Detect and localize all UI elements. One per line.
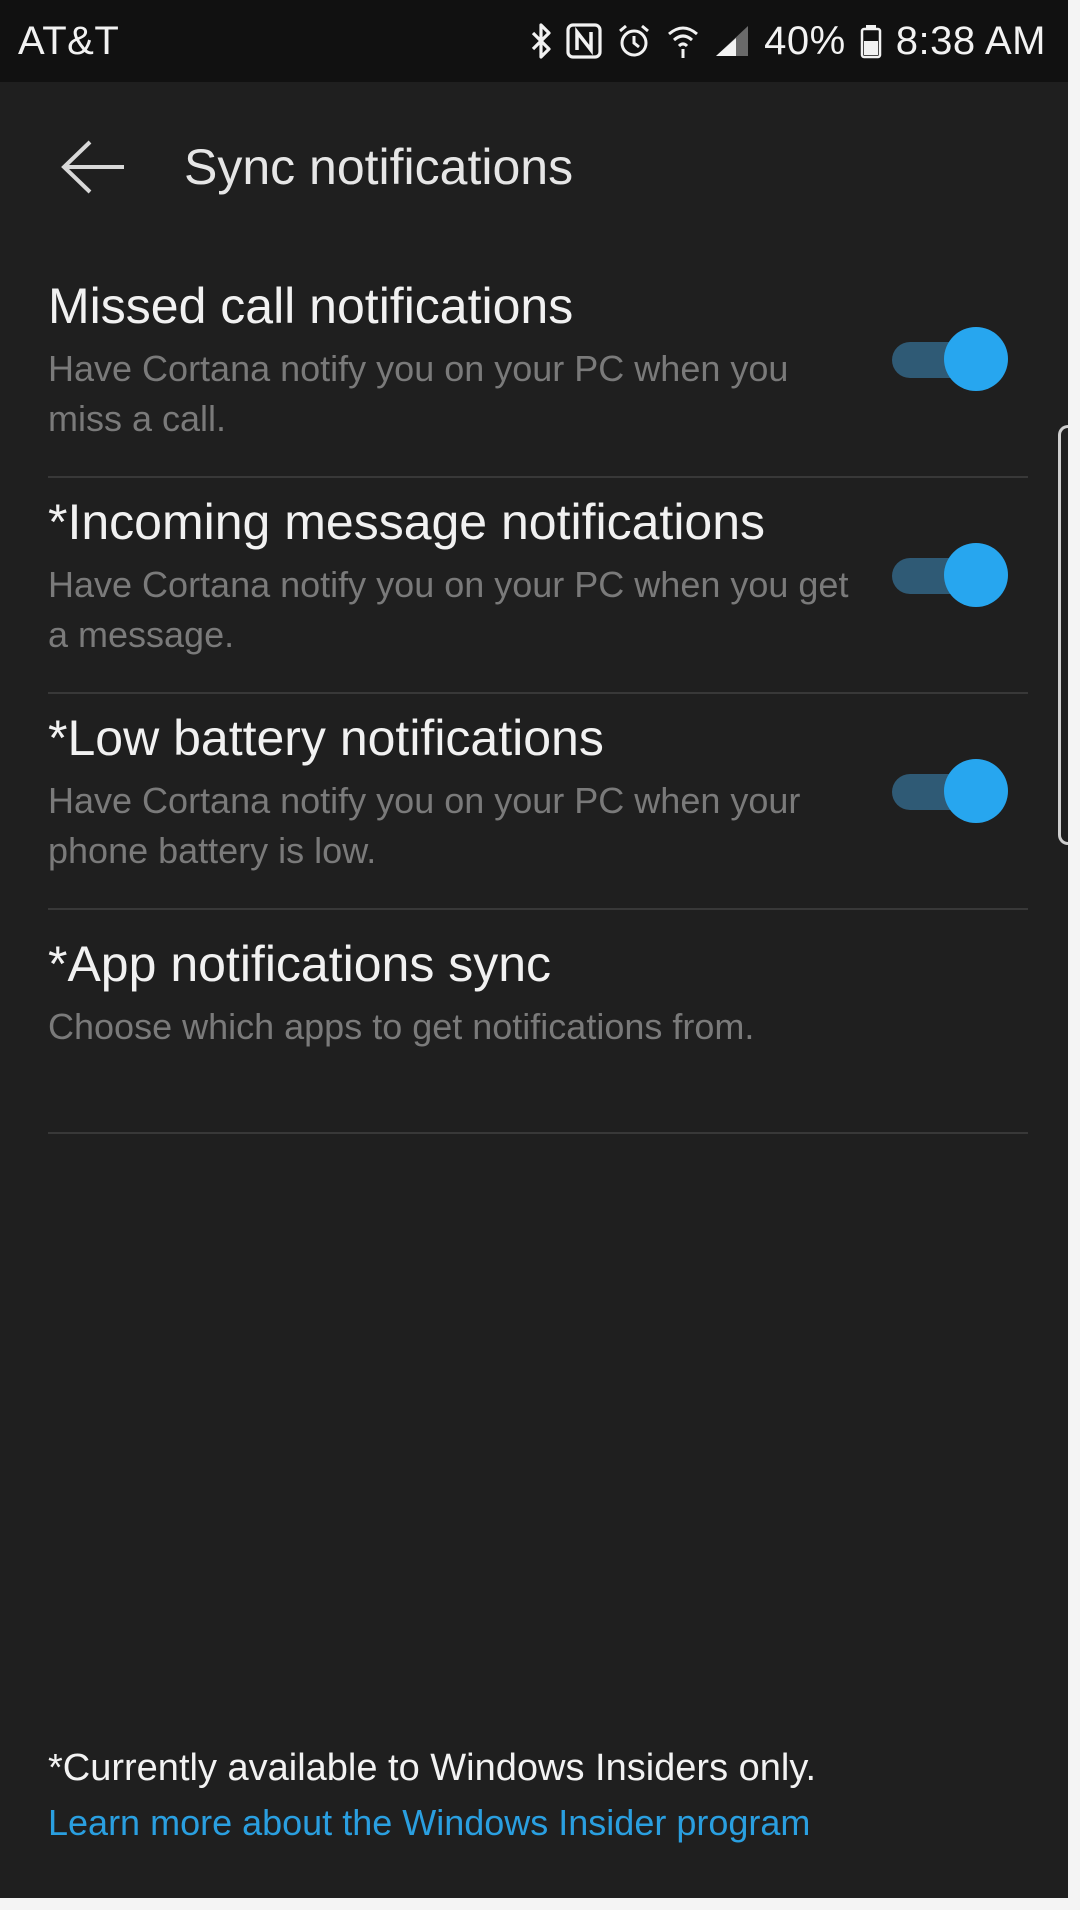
setting-title: *Low battery notifications — [48, 710, 604, 766]
toggle-thumb — [944, 543, 1008, 607]
toggle-thumb — [944, 759, 1008, 823]
setting-description: Have Cortana notify you on your PC when … — [48, 564, 849, 655]
setting-title: *Incoming message notifications — [48, 494, 766, 550]
learn-more-link[interactable]: Learn more about the Windows Insider pro… — [48, 1798, 810, 1848]
setting-title: Missed call notifications — [48, 278, 574, 334]
status-bar: AT&T 40% 8:38 AM — [0, 0, 1068, 82]
carrier-label: AT&T — [18, 18, 120, 63]
toggle-thumb — [944, 327, 1008, 391]
setting-description: Choose which apps to get notifications f… — [48, 1006, 755, 1047]
battery-icon — [860, 22, 882, 60]
setting-incoming-message[interactable]: *Incoming message notifications Have Cor… — [48, 478, 1028, 694]
app-screen: AT&T 40% 8:38 AM Sync notifications Miss… — [0, 0, 1080, 1910]
page-title: Sync notifications — [184, 139, 574, 195]
missed-call-toggle[interactable] — [886, 324, 1016, 394]
setting-title: *App notifications sync — [48, 936, 552, 992]
cell-signal-icon — [714, 22, 750, 60]
alarm-icon — [616, 22, 652, 60]
insiders-note: *Currently available to Windows Insiders… — [48, 1747, 817, 1789]
settings-list: Missed call notifications Have Cortana n… — [48, 262, 1028, 1134]
setting-description: Have Cortana notify you on your PC when … — [48, 780, 801, 871]
bluetooth-icon — [530, 22, 552, 60]
edge-panel-handle[interactable] — [1058, 425, 1068, 845]
setting-description: Have Cortana notify you on your PC when … — [48, 348, 789, 439]
setting-missed-call[interactable]: Missed call notifications Have Cortana n… — [48, 262, 1028, 478]
setting-app-notifications-sync[interactable]: *App notifications sync Choose which app… — [48, 910, 1028, 1134]
setting-low-battery[interactable]: *Low battery notifications Have Cortana … — [48, 694, 1028, 910]
screen-border — [1068, 0, 1080, 1910]
app-bar: Sync notifications — [0, 112, 1068, 222]
back-arrow-icon — [61, 140, 124, 194]
screen-border — [0, 1898, 1080, 1910]
low-battery-toggle[interactable] — [886, 756, 1016, 826]
wifi-icon — [666, 22, 700, 60]
battery-percent: 40% — [764, 18, 846, 63]
status-icons: 40% 8:38 AM — [530, 19, 1046, 64]
clock: 8:38 AM — [895, 18, 1046, 63]
back-button[interactable] — [38, 112, 148, 222]
footer: *Currently available to Windows Insiders… — [48, 1740, 1028, 1848]
incoming-message-toggle[interactable] — [886, 540, 1016, 610]
nfc-icon — [566, 22, 602, 60]
